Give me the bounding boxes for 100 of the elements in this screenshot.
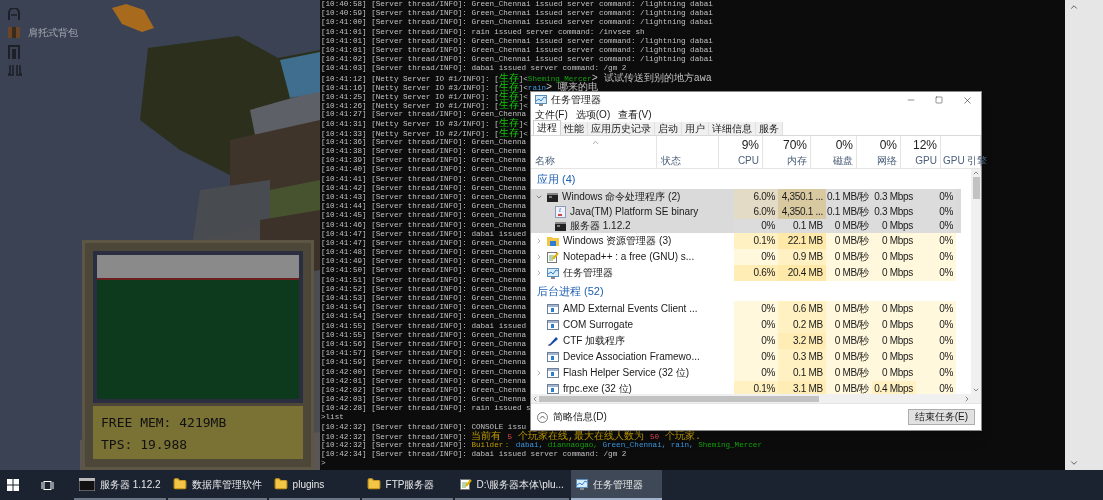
usage-cell: 0.1% [734,233,778,249]
usage-cell: 0% [916,365,956,381]
group-heading: 应用 (4) [536,172,576,186]
console-scrollbar[interactable] [1065,0,1103,470]
taskbar-item[interactable]: 服务器 1.12.2 [74,470,166,500]
pen-icon [547,335,559,347]
usage-cell: 0 MB/秒 [826,349,872,365]
column-header[interactable]: 状态 [660,155,681,166]
usage-cell: 0.6 MB [778,301,826,317]
usage-cell: 0.3 Mbps [872,205,916,219]
scroll-down-icon[interactable] [972,386,980,394]
helmet-icon [7,8,21,21]
console-icon [547,192,558,202]
usage-cell: 0% [916,349,956,365]
tab[interactable]: 性能 [561,122,588,135]
column-header[interactable]: 内存 [787,155,807,166]
scroll-up-icon[interactable] [1069,2,1079,12]
process-row[interactable]: Flash Helper Service (32 位) 0% 0.1 MB 0 MB/秒 0 Mbps 0% [531,365,961,381]
process-row[interactable]: Windows 资源管理器 (3) 0.1% 22.1 MB 0 MB/秒 0 Mbps 0% [531,233,961,249]
taskbar-item[interactable]: plugins [268,470,360,500]
process-name: AMD External Events Client ... [563,303,698,315]
collapse-icon[interactable] [537,411,548,423]
chevron-down-icon[interactable] [535,193,543,201]
free-memory-text: FREE MEM: 4219MB [101,416,228,430]
process-row[interactable]: Java(TM) Platform SE binary 6.0% 4,350.1 ... 0.1 MB/秒 0.3 Mbps 0% [531,205,961,219]
fewer-details-link[interactable]: 简略信息(D) [553,411,607,423]
column-percent: 70% [782,138,807,152]
process-row[interactable]: Notepad++ : a free (GNU) s... 0% 0.9 MB 0 MB/秒 0 Mbps 0% [531,249,961,265]
usage-cell: 0 MB/秒 [826,265,872,281]
menu-item[interactable]: 查看(V) [618,108,652,121]
scroll-down-icon[interactable] [1069,458,1079,468]
usage-cell: 0 MB/秒 [826,381,872,394]
window-icon [547,384,559,394]
process-row[interactable]: Device Association Framewo... 0% 0.3 MB 0 MB/秒 0 Mbps 0% [531,349,961,365]
scroll-up-icon[interactable] [972,169,980,177]
process-row[interactable]: 服务器 1.12.2 0% 0.1 MB 0 MB/秒 0 Mbps 0% [531,219,961,233]
scroll-left-icon[interactable] [531,394,539,403]
process-name: COM Surrogate [563,319,634,331]
usage-cell: 0.1 MB [778,365,826,381]
column-percent: 0% [879,138,897,152]
taskbar-item[interactable]: 任务管理器 [570,470,662,500]
usage-cell: 0.1 MB/秒 [826,205,872,219]
taskbar-item[interactable]: FTP服务器 [361,470,453,500]
chevron-right-icon[interactable] [535,237,543,245]
process-name: Windows 命令处理程序 (2) [562,191,681,203]
column-header[interactable]: GPU [915,155,937,166]
tab[interactable]: 启动 [655,122,682,135]
column-percent: 12% [912,138,937,152]
tab[interactable]: 进程 [533,120,561,135]
usage-cell: 0 Mbps [872,317,916,333]
vertical-scrollbar[interactable] [971,169,981,394]
column-percent: 0% [835,138,853,152]
column-percent: 9% [741,138,759,152]
tab[interactable]: 详细信息 [709,122,756,135]
usage-cell: 0.3 Mbps [872,189,916,205]
tab[interactable]: 服务 [756,122,783,135]
process-row[interactable]: AMD External Events Client ... 0% 0.6 MB 0 MB/秒 0 Mbps 0% [531,301,961,317]
menu-item[interactable]: 选项(O) [575,108,611,121]
column-header[interactable]: 磁盘 [833,155,853,166]
scroll-thumb[interactable] [972,177,980,199]
taskbar-item[interactable]: 数据库管理软件 [167,470,267,500]
usage-cell: 0% [916,249,956,265]
process-row[interactable]: Windows 命令处理程序 (2) 6.0% 4,350.1 ... 0.1 MB/秒 0.3 Mbps 0% [531,189,961,205]
scroll-thumb[interactable] [539,395,819,402]
column-header[interactable]: GPU 引擎 [943,155,988,166]
process-name: Notepad++ : a free (GNU) s... [563,251,695,263]
process-row[interactable]: 任务管理器 0.6% 20.4 MB 0 MB/秒 0 Mbps 0% [531,265,961,281]
window-icon [547,368,559,378]
folder-icon [366,477,381,491]
monitor-chart-icon [535,94,547,106]
folder-icon [172,477,187,491]
tab[interactable]: 用户 [682,122,709,135]
usage-cell: 0 MB/秒 [826,233,872,249]
end-task-button[interactable]: 结束任务(E) [907,409,975,425]
usage-cell: 0 Mbps [872,265,916,281]
window-icon [547,304,559,314]
process-row[interactable]: COM Surrogate 0% 0.2 MB 0 MB/秒 0 Mbps 0% [531,317,961,333]
sort-caret-icon [590,138,600,147]
group-heading: 后台进程 (52) [536,284,604,298]
chevron-right-icon[interactable] [535,253,543,261]
chevron-right-icon[interactable] [535,269,543,277]
process-name: Device Association Framewo... [563,351,700,363]
usage-cell: 0% [734,317,778,333]
usage-cell: 0.9 MB [778,249,826,265]
scroll-right-icon[interactable] [963,394,971,403]
usage-cell: 0 Mbps [872,301,916,317]
column-header[interactable]: CPU [737,155,759,166]
column-header[interactable]: 网络 [877,155,897,166]
taskbar-item[interactable]: D:\服务器本体\plu... [454,470,569,500]
monitor-chart-icon [575,478,588,490]
column-header[interactable]: 名称 [535,155,555,166]
chevron-right-icon[interactable] [535,369,543,377]
console-icon [555,221,566,231]
tab[interactable]: 应用历史记录 [588,122,655,135]
menu-item[interactable]: 文件(F) [535,108,568,121]
usage-cell: 0% [916,301,956,317]
process-row[interactable]: CTF 加载程序 0% 3.2 MB 0 MB/秒 0 Mbps 0% [531,333,961,349]
horizontal-scrollbar[interactable] [531,394,981,403]
usage-cell: 0% [916,381,956,394]
usage-cell: 3.2 MB [778,333,826,349]
